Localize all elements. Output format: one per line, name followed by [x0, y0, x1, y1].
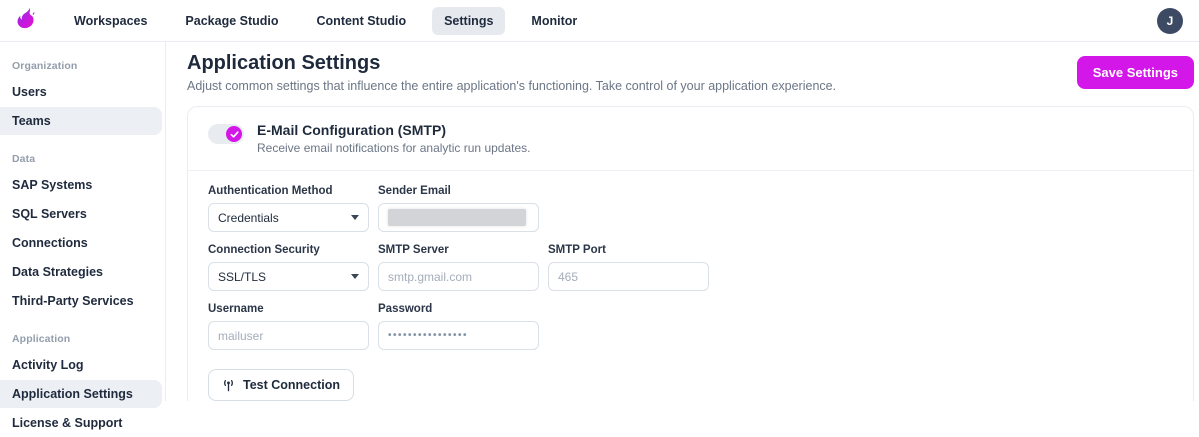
- sidebar-item-teams[interactable]: Teams: [0, 107, 162, 135]
- smtp-card-description: Receive email notifications for analytic…: [257, 141, 530, 155]
- save-settings-button[interactable]: Save Settings: [1077, 56, 1194, 89]
- sender-email-field[interactable]: [378, 203, 539, 232]
- sidebar-item-sap-systems[interactable]: SAP Systems: [0, 171, 162, 199]
- auth-method-select[interactable]: Credentials: [208, 203, 369, 232]
- auth-method-value: Credentials: [218, 211, 279, 225]
- nav-item-settings[interactable]: Settings: [432, 7, 505, 35]
- page-title: Application Settings: [187, 52, 836, 75]
- test-connection-button[interactable]: Test Connection: [208, 369, 354, 401]
- smtp-port-label: SMTP Port: [548, 244, 709, 256]
- password-label: Password: [378, 303, 539, 315]
- nav-item-content-studio[interactable]: Content Studio: [305, 7, 419, 35]
- main-content: Application Settings Adjust common setti…: [166, 42, 1199, 401]
- test-connection-label: Test Connection: [243, 378, 340, 392]
- nav-items: Workspaces Package Studio Content Studio…: [62, 7, 589, 35]
- connection-security-select[interactable]: SSL/TLS: [208, 262, 369, 291]
- chevron-down-icon: [351, 274, 359, 279]
- broadcast-antenna-icon: [222, 379, 235, 392]
- chevron-down-icon: [351, 215, 359, 220]
- sidebar-item-sql-servers[interactable]: SQL Servers: [0, 200, 162, 228]
- sidebar-section-data: Data: [0, 149, 165, 170]
- top-nav: Workspaces Package Studio Content Studio…: [0, 0, 1199, 42]
- nav-item-workspaces[interactable]: Workspaces: [62, 7, 159, 35]
- settings-sidebar: Organization Users Teams Data SAP System…: [0, 42, 166, 401]
- auth-method-label: Authentication Method: [208, 185, 369, 197]
- user-avatar[interactable]: J: [1157, 8, 1183, 34]
- smtp-server-input[interactable]: [378, 262, 539, 291]
- brand-flame-logo-icon[interactable]: [10, 6, 40, 36]
- connection-security-label: Connection Security: [208, 244, 369, 256]
- sidebar-section-application: Application: [0, 329, 165, 350]
- sidebar-item-data-strategies[interactable]: Data Strategies: [0, 258, 162, 286]
- username-label: Username: [208, 303, 369, 315]
- nav-item-monitor[interactable]: Monitor: [519, 7, 589, 35]
- redacted-email-value: [388, 209, 526, 226]
- nav-item-package-studio[interactable]: Package Studio: [173, 7, 290, 35]
- sidebar-item-third-party-services[interactable]: Third-Party Services: [0, 287, 162, 315]
- smtp-server-label: SMTP Server: [378, 244, 539, 256]
- toggle-knob: [226, 126, 242, 142]
- check-icon: [230, 130, 239, 139]
- sidebar-item-activity-log[interactable]: Activity Log: [0, 351, 162, 379]
- password-input[interactable]: [378, 321, 539, 350]
- smtp-configuration-card: E-Mail Configuration (SMTP) Receive emai…: [187, 106, 1194, 401]
- smtp-card-title: E-Mail Configuration (SMTP): [257, 122, 530, 138]
- sidebar-item-connections[interactable]: Connections: [0, 229, 162, 257]
- page-subtitle: Adjust common settings that influence th…: [187, 79, 836, 93]
- sidebar-section-organization: Organization: [0, 56, 165, 77]
- sidebar-item-users[interactable]: Users: [0, 78, 162, 106]
- username-input[interactable]: [208, 321, 369, 350]
- sidebar-item-application-settings[interactable]: Application Settings: [0, 380, 162, 408]
- sidebar-item-license-support[interactable]: License & Support: [0, 409, 162, 437]
- smtp-port-input[interactable]: [548, 262, 709, 291]
- sender-email-label: Sender Email: [378, 185, 539, 197]
- smtp-enabled-toggle[interactable]: [208, 124, 244, 144]
- connection-security-value: SSL/TLS: [218, 270, 266, 284]
- smtp-form: Authentication Method Credentials Sender…: [188, 171, 1193, 401]
